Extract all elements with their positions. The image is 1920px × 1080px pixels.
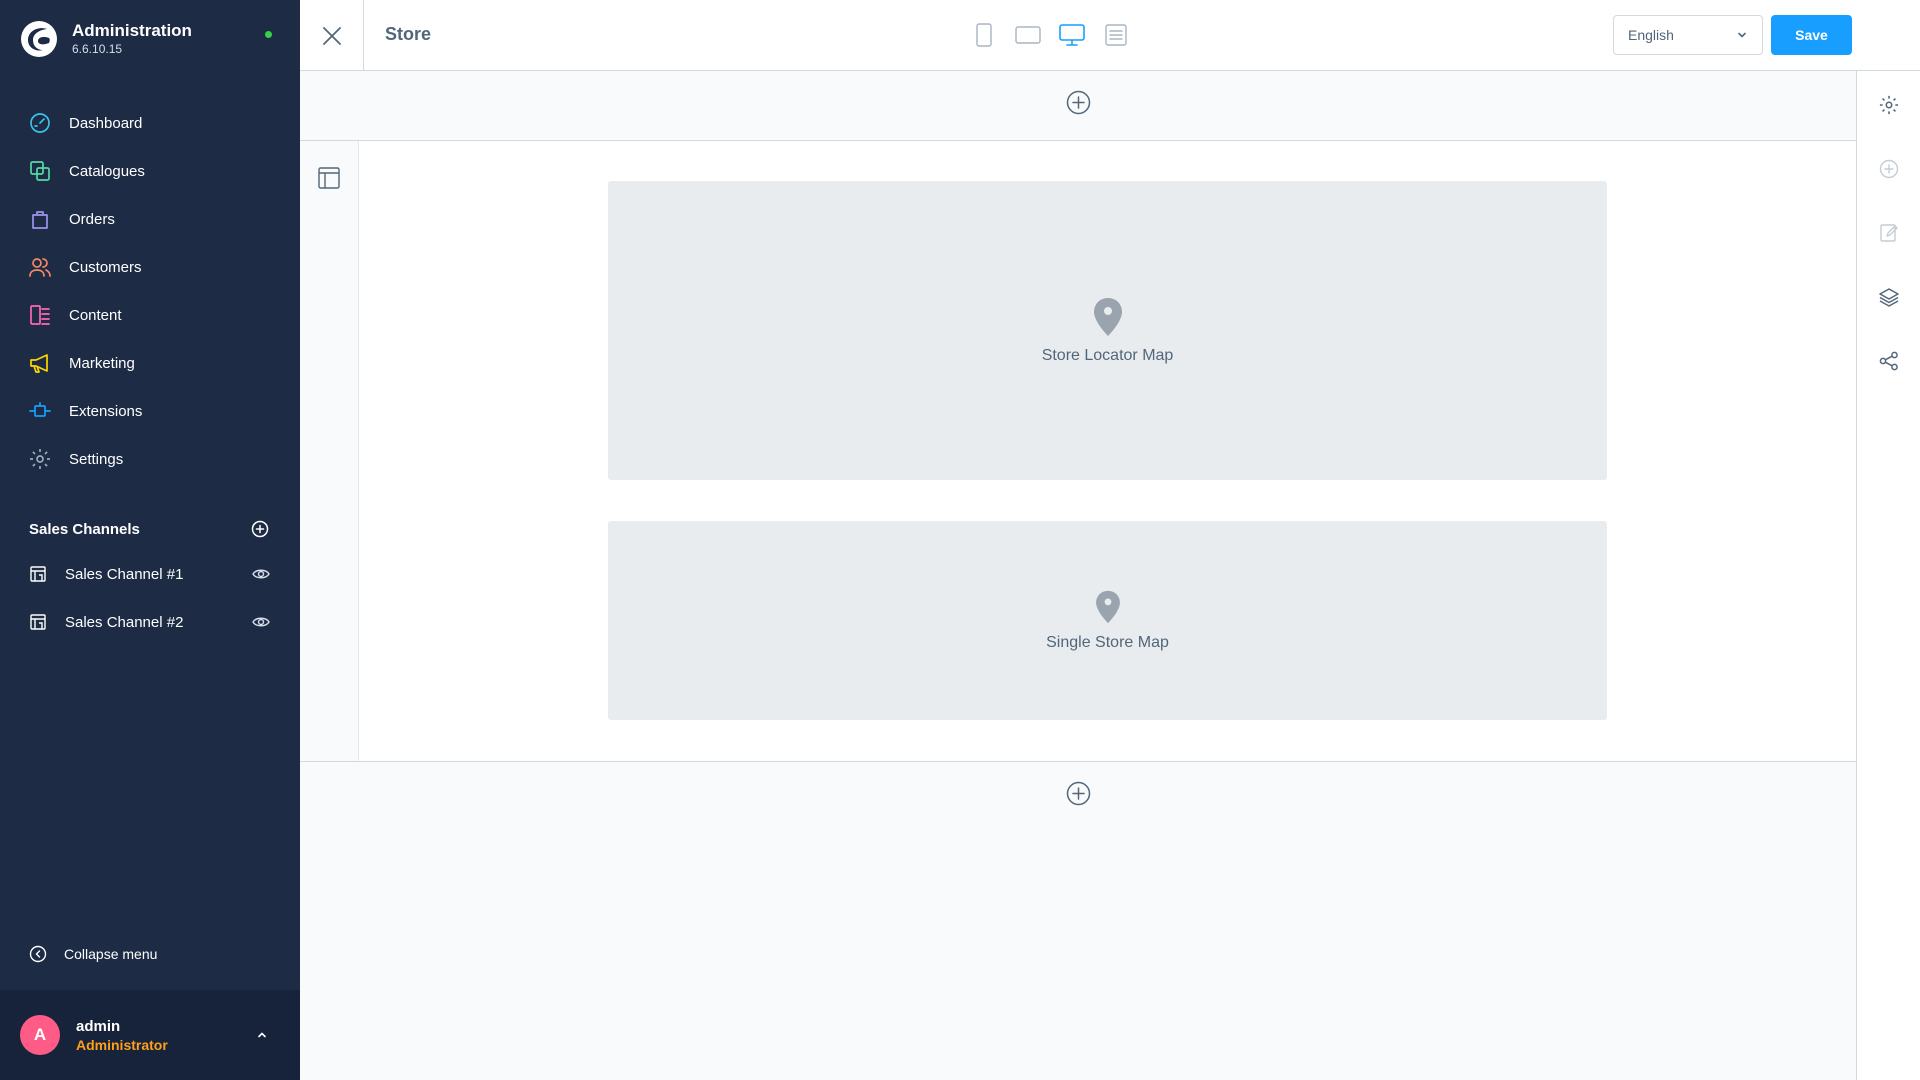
gear-icon [1879,95,1899,115]
brand-version: 6.6.10.15 [72,42,123,56]
add-block-button[interactable] [1878,158,1900,180]
add-circle-icon [1879,159,1899,179]
viewport-switcher [970,20,1130,50]
users-icon [29,258,51,277]
sales-channel-label: Sales Channel #2 [65,613,184,631]
gauge-icon [30,113,50,133]
sales-channels-list: Sales Channel #1 Sales Channel #2 [0,550,300,646]
storefront-icon [30,614,46,630]
language-select[interactable]: English [1613,15,1763,55]
shopware-logo-icon [21,21,57,57]
chevron-down-icon [1738,32,1746,38]
cms-block-single-store-map[interactable]: Single Store Map [608,521,1607,720]
nav-label: Extensions [69,402,143,420]
layers-icon [1879,288,1899,307]
nav-label: Marketing [69,354,135,372]
edit-icon [1880,224,1898,242]
cms-section[interactable]: Store Locator Map Single Store Map [300,140,1857,762]
share-button[interactable] [1878,350,1900,372]
viewport-form-button[interactable] [1102,20,1130,50]
user-menu[interactable]: A admin Administrator [0,990,300,1080]
nav-item-catalogues[interactable]: Catalogues [0,147,300,195]
nav-label: Customers [69,258,142,276]
user-name: admin [76,1017,121,1035]
nav-label: Content [69,306,122,324]
content-icon [30,305,50,325]
right-toolbar [1856,71,1920,1080]
cms-block-store-locator-map[interactable]: Store Locator Map [608,181,1607,480]
megaphone-icon [30,354,48,373]
nav-label: Settings [69,450,124,468]
user-role: Administrator [76,1036,168,1053]
brand[interactable]: Administration 6.6.10.15 [20,20,192,58]
save-button[interactable]: Save [1771,15,1852,55]
chevron-up-icon[interactable] [256,1029,268,1041]
block-label: Store Locator Map [1041,346,1174,364]
sales-channels-title: Sales Channels [29,520,140,538]
page-settings-button[interactable] [1878,94,1900,116]
viewport-tablet-button[interactable] [1014,20,1042,50]
viewport-desktop-button[interactable] [1058,20,1086,50]
nav-item-customers[interactable]: Customers [0,243,300,291]
layers-button[interactable] [1878,286,1900,308]
chevron-left-circle-icon [29,945,47,963]
language-select-value: English [1628,27,1674,43]
status-indicator [265,31,272,38]
share-icon [1879,351,1898,371]
nav-item-marketing[interactable]: Marketing [0,339,300,387]
add-section-bottom-icon[interactable] [1066,781,1091,806]
page-title: Store [385,24,432,44]
collapse-menu-button[interactable]: Collapse menu [29,945,157,963]
mobile-icon [976,23,992,47]
map-pin-icon [1095,590,1120,623]
nav-item-orders[interactable]: Orders [0,195,300,243]
shopping-bag-icon [32,211,48,229]
add-section-top-icon[interactable] [1066,90,1091,115]
nav-label: Dashboard [69,114,143,132]
edit-content-button[interactable] [1878,222,1900,244]
nav-label: Catalogues [69,162,145,180]
sales-channels-header: Sales Channels [29,520,269,538]
close-icon [322,26,341,45]
list-view-icon [1105,24,1127,46]
sidebar: Administration 6.6.10.15 Dashboard Catal… [0,0,300,1080]
brand-title: Administration [72,21,192,40]
main-nav: Dashboard Catalogues Orders Customers Co… [0,99,300,483]
nav-item-content[interactable]: Content [0,291,300,339]
nav-item-dashboard[interactable]: Dashboard [0,99,300,147]
nav-item-settings[interactable]: Settings [0,435,300,483]
close-button[interactable] [300,0,364,71]
sales-channel-item[interactable]: Sales Channel #2 [0,598,300,646]
block-label: Single Store Map [1046,633,1169,651]
section-sidebar [300,141,359,761]
layout-icon[interactable] [318,167,340,189]
layout-canvas: Store Locator Map Single Store Map [300,71,1857,1080]
eye-icon[interactable] [252,565,270,583]
avatar: A [20,1015,60,1055]
collapse-menu-label: Collapse menu [64,946,158,962]
nav-item-extensions[interactable]: Extensions [0,387,300,435]
desktop-icon [1059,24,1085,46]
storefront-icon [30,566,46,582]
top-bar: Store English Save [300,0,1920,71]
map-pin-icon [1093,297,1122,336]
eye-icon[interactable] [252,613,270,631]
viewport-mobile-button[interactable] [970,20,998,50]
sales-channel-item[interactable]: Sales Channel #1 [0,550,300,598]
plugin-icon [29,402,51,417]
sales-channel-label: Sales Channel #1 [65,565,184,583]
nav-label: Orders [69,210,115,228]
tablet-icon [1015,26,1041,44]
catalogue-icon [30,161,50,181]
add-circle-icon[interactable] [251,520,269,538]
gear-icon [30,449,50,469]
